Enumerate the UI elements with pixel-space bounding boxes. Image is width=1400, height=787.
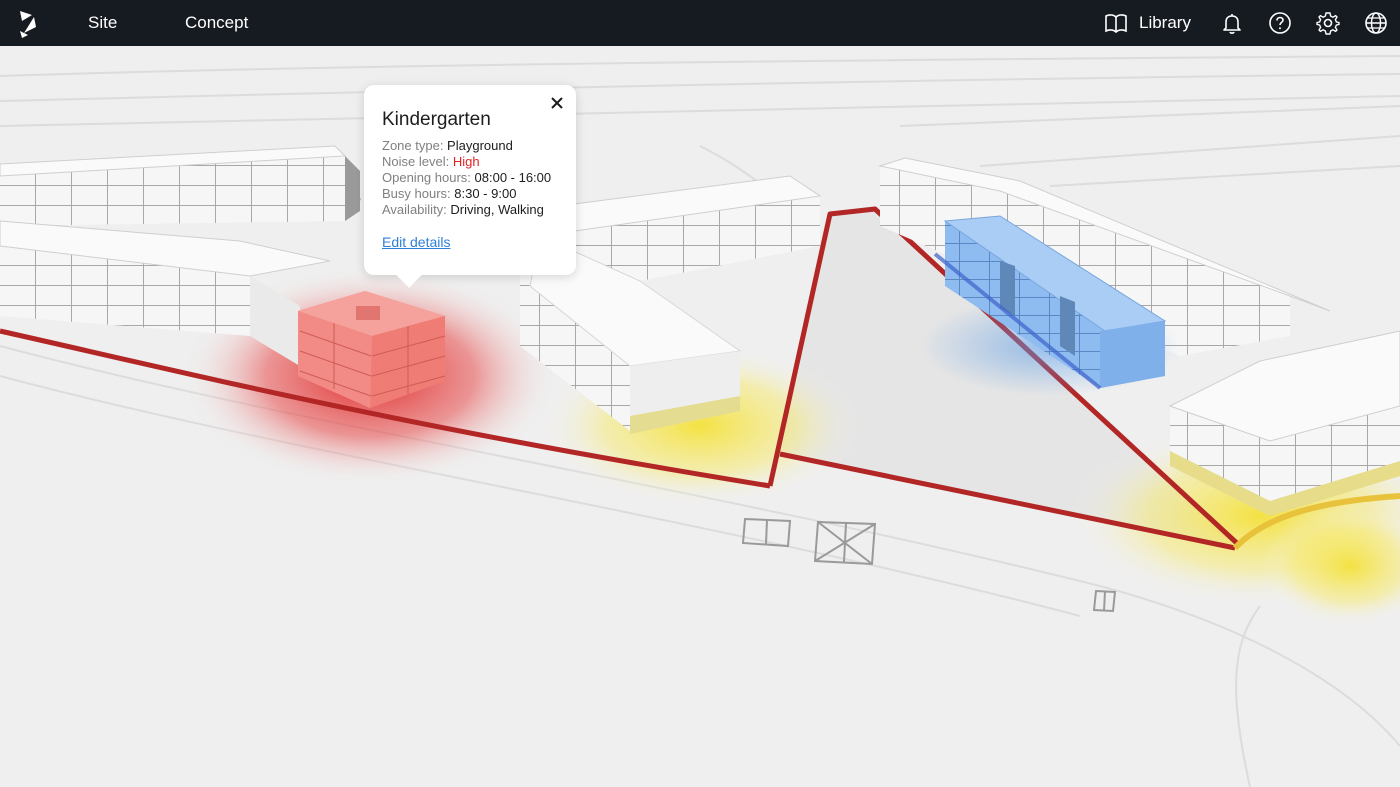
popup-details: Zone type: Playground Noise level: High … [382,138,551,218]
gear-icon[interactable] [1316,11,1340,35]
site-map-3d[interactable] [0,46,1400,787]
detail-availability: Availability: Driving, Walking [382,202,551,218]
bell-icon[interactable] [1220,11,1244,35]
detail-busy-hours: Busy hours: 8:30 - 9:00 [382,186,551,202]
popup-title: Kindergarten [382,109,491,130]
info-popup: Kindergarten Zone type: Playground Noise… [364,85,576,275]
close-icon[interactable] [550,96,564,110]
library-label: Library [1139,13,1191,32]
top-navigation-bar: Site Concept Library [0,0,1400,46]
noise-level-badge: High [452,154,480,169]
detail-opening-hours: Opening hours: 08:00 - 16:00 [382,170,551,186]
edit-details-link[interactable]: Edit details [382,234,450,250]
book-icon [1105,14,1127,33]
detail-zone-type: Zone type: Playground [382,138,551,154]
detail-label: Opening hours: [382,170,475,185]
nav-concept[interactable]: Concept [185,13,248,33]
detail-label: Noise level: [382,154,453,169]
library-button[interactable]: Library [1104,11,1191,35]
nav-site[interactable]: Site [88,13,117,33]
detail-value: Driving, Walking [450,202,544,217]
detail-value: 08:00 - 16:00 [474,170,552,185]
detail-value: 8:30 - 9:00 [454,186,517,201]
detail-label: Busy hours: [382,186,455,201]
help-icon[interactable] [1268,11,1292,35]
globe-icon[interactable] [1364,11,1388,35]
brand-logo-icon[interactable] [14,7,42,39]
detail-value: Playground [447,138,513,153]
detail-label: Availability: [382,202,451,217]
detail-noise-level: Noise level: High [382,154,551,170]
detail-label: Zone type: [382,138,448,153]
